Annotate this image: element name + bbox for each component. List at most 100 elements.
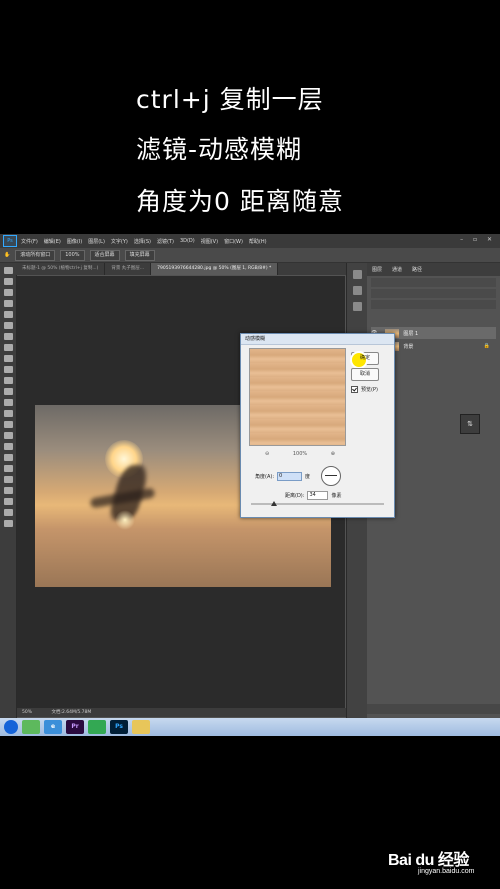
zoom-100-button[interactable]: 100% [60, 249, 85, 261]
history-brush-tool-icon[interactable] [3, 366, 13, 373]
history-panel-icon[interactable] [352, 270, 362, 279]
adjustments-panel-icon[interactable] [352, 302, 362, 311]
ok-button[interactable]: 确定 [350, 351, 379, 369]
status-zoom[interactable]: 50% [22, 710, 32, 715]
preview-zoom-controls: ⊖ 100% ⊕ [265, 451, 335, 457]
photoshop-screen: Ps 文件(F) 编辑(E) 图像(I) 图层(L) 文字(Y) 选择(S) 滤… [0, 234, 500, 736]
preview-checkbox[interactable]: 预览(P) [351, 386, 378, 393]
zoom-value: 100% [292, 451, 308, 457]
menu-window[interactable]: 窗口(W) [224, 238, 243, 245]
slider-knob[interactable] [271, 501, 277, 506]
menu-bar: Ps 文件(F) 编辑(E) 图像(I) 图层(L) 文字(Y) 选择(S) 滤… [0, 234, 500, 248]
internet-explorer-icon[interactable]: e [44, 720, 62, 734]
distance-slider[interactable] [251, 501, 384, 506]
menu-type[interactable]: 文字(Y) [111, 238, 128, 245]
photoshop-logo-icon: Ps [3, 235, 17, 247]
eraser-tool-icon[interactable] [3, 377, 13, 384]
color-swatches-icon[interactable] [3, 498, 13, 505]
angle-control: 角度(A): 0 度 [255, 472, 310, 481]
caption-line-1: ctrl+j 复制一层 [136, 85, 324, 114]
tools-panel [0, 263, 17, 718]
brush-tool-icon[interactable] [3, 344, 13, 351]
menu-image[interactable]: 图像(I) [67, 238, 82, 245]
angle-wheel[interactable] [321, 466, 341, 486]
blend-mode-row[interactable] [371, 289, 496, 298]
pen-tool-icon[interactable] [3, 421, 13, 428]
distance-unit: 像素 [331, 493, 342, 499]
lock-row[interactable] [371, 300, 496, 309]
fill-screen-button[interactable]: 填充屏幕 [124, 249, 155, 261]
start-button-icon[interactable] [4, 720, 18, 734]
tab-channels[interactable]: 通道 [387, 266, 407, 273]
document-tabs: 未标题-1 @ 50% (植物ctrl+j 复制...) 背景 丸子图层... … [16, 263, 346, 275]
layer-name: 图层 1 [403, 330, 419, 337]
folder-icon[interactable] [132, 720, 150, 734]
cancel-button[interactable]: 取消 [351, 368, 379, 381]
hand-tool-icon: ✋ [4, 252, 11, 258]
layer-filter-row[interactable] [371, 278, 496, 287]
move-tool-icon[interactable] [3, 267, 13, 274]
blur-tool-icon[interactable] [3, 399, 13, 406]
browser-icon[interactable] [88, 720, 106, 734]
menu-file[interactable]: 文件(F) [21, 238, 38, 245]
document-tab-active[interactable]: 7905193976644280.jpg @ 50% (图层 1, RGB/8#… [151, 263, 279, 275]
sun-reflection [115, 510, 135, 530]
eyedropper-tool-icon[interactable] [3, 322, 13, 329]
screen-mode-icon[interactable] [3, 520, 13, 527]
tab-layers[interactable]: 图层 [367, 266, 387, 273]
checkbox-checked-icon[interactable] [351, 386, 358, 393]
options-bar: ✋ 滚动所有窗口 100% 适合屏幕 填充屏幕 [0, 248, 500, 263]
magic-wand-tool-icon[interactable] [3, 300, 13, 307]
layers-panel-footer [367, 704, 500, 714]
type-tool-icon[interactable] [3, 432, 13, 439]
chat-app-icon[interactable] [22, 720, 40, 734]
more-tools-icon[interactable] [3, 487, 13, 494]
angle-label: 角度(A): [255, 474, 275, 480]
menu-help[interactable]: 帮助(H) [249, 238, 267, 245]
scroll-all-windows-checkbox[interactable]: 滚动所有窗口 [15, 249, 56, 261]
path-selection-tool-icon[interactable] [3, 443, 13, 450]
fit-screen-button[interactable]: 适合屏幕 [89, 249, 120, 261]
lock-icon: 🔒 [483, 343, 490, 349]
shape-tool-icon[interactable] [3, 454, 13, 461]
stamp-tool-icon[interactable] [3, 355, 13, 362]
dialog-title: 动感模糊 [241, 334, 394, 345]
distance-label: 距离(D): [285, 493, 305, 499]
menu-filter[interactable]: 滤镜(T) [157, 238, 174, 245]
menu-layer[interactable]: 图层(L) [88, 238, 105, 245]
zoom-in-icon[interactable]: ⊕ [331, 451, 335, 457]
marquee-tool-icon[interactable] [3, 278, 13, 285]
angle-input[interactable]: 0 [277, 472, 303, 481]
gradient-tool-icon[interactable] [3, 388, 13, 395]
lasso-tool-icon[interactable] [3, 289, 13, 296]
crop-tool-icon[interactable] [3, 311, 13, 318]
menu-edit[interactable]: 编辑(E) [44, 238, 61, 245]
document-tab-2[interactable]: 背景 丸子图层... [105, 263, 152, 275]
premiere-icon[interactable]: Pr [66, 720, 84, 734]
watermark-url: jingyan.baidu.com [418, 868, 475, 875]
status-bar: 50% 文档:2.64M/5.78M [17, 708, 350, 717]
properties-panel-icon[interactable] [352, 286, 362, 295]
quick-mask-icon[interactable] [3, 509, 13, 516]
tab-paths[interactable]: 路径 [407, 266, 427, 273]
distance-control: 距离(D): 34 像素 [285, 491, 341, 500]
menu-select[interactable]: 选择(S) [134, 238, 151, 245]
menu-view[interactable]: 视图(V) [201, 238, 218, 245]
zoom-tool-icon[interactable] [3, 476, 13, 483]
hand-tool-panel-icon[interactable] [3, 465, 13, 472]
photoshop-taskbar-icon[interactable]: Ps [110, 720, 128, 734]
motion-blur-dialog: 动感模糊 ⊖ 100% ⊕ 确定 取消 预览(P) 角度(A): 0 度 距离(… [240, 333, 395, 518]
watermark-brand: Bai du 经验 [388, 852, 469, 869]
angle-unit: 度 [305, 474, 311, 480]
menu-3d[interactable]: 3D(D) [180, 238, 195, 244]
blur-preview[interactable] [249, 348, 346, 446]
healing-brush-tool-icon[interactable] [3, 333, 13, 340]
document-tab-1[interactable]: 未标题-1 @ 50% (植物ctrl+j 复制...) [16, 263, 106, 275]
preview-checkbox-label: 预览(P) [361, 387, 378, 393]
dodge-tool-icon[interactable] [3, 410, 13, 417]
zoom-out-icon[interactable]: ⊖ [265, 451, 269, 457]
layers-panel-tabs: 图层 通道 路径 [367, 263, 500, 276]
distance-input[interactable]: 34 [307, 491, 329, 500]
window-controls[interactable]: – ▫ ✕ [460, 236, 496, 243]
side-panel-toggle-icon[interactable]: ⇅ [460, 414, 480, 434]
